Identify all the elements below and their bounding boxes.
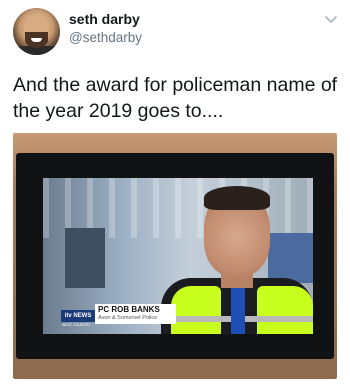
tv-screen: itv NEWS WEST COUNTRY PC ROB BANKS Avon …: [43, 178, 313, 334]
channel-logo: itv NEWS: [61, 310, 95, 322]
caption-box: PC ROB BANKS Avon & Somerset Police: [95, 304, 176, 324]
caption-subtitle: Avon & Somerset Police: [98, 315, 158, 321]
tweet-photo[interactable]: itv NEWS WEST COUNTRY PC ROB BANKS Avon …: [13, 133, 337, 379]
user-handle[interactable]: @sethdarby: [69, 30, 142, 45]
news-lower-third: itv NEWS WEST COUNTRY PC ROB BANKS Avon …: [61, 304, 176, 328]
user-display-name[interactable]: seth darby: [69, 11, 140, 27]
avatar[interactable]: [13, 8, 60, 55]
television: itv NEWS WEST COUNTRY PC ROB BANKS Avon …: [16, 153, 334, 359]
chevron-down-icon[interactable]: [324, 12, 338, 26]
channel-region: WEST COUNTRY: [62, 323, 91, 327]
tweet-card[interactable]: seth darby @sethdarby And the award for …: [0, 0, 350, 387]
tweet-text: And the award for policeman name of the …: [13, 74, 338, 122]
caption-title: PC ROB BANKS: [98, 305, 160, 314]
